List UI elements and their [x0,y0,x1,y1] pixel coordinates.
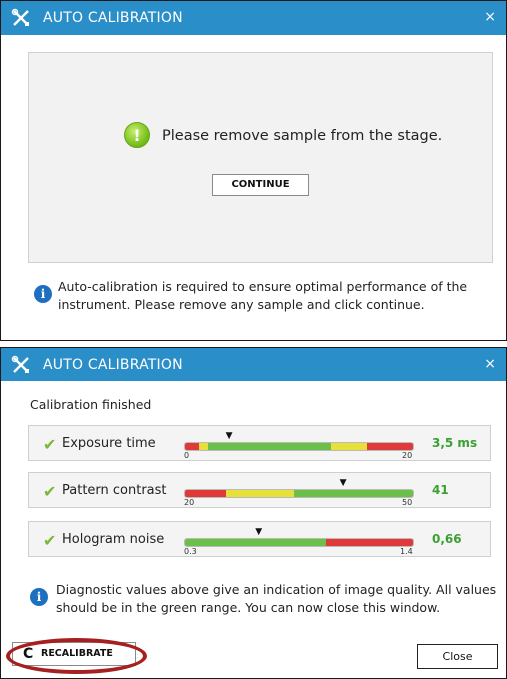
hologram-noise-label: Hologram noise [62,532,165,547]
pattern-contrast-label: Pattern contrast [62,483,167,498]
check-icon: ✔ [43,531,57,550]
auto-calibration-dialog-start: AUTO CALIBRATION × ! Please remove sampl… [0,0,507,341]
gauge-max: 1.4 [400,547,413,556]
close-icon[interactable]: × [484,356,496,372]
tools-icon [11,8,29,26]
hologram-noise-row: ✔ Hologram noise ▼ 0.3 1.4 0,66 [28,521,491,557]
check-icon: ✔ [43,482,57,501]
close-button[interactable]: Close [417,644,498,669]
dialog-title: AUTO CALIBRATION [43,357,183,373]
info-icon: i [34,285,52,303]
gauge-max: 20 [402,451,413,460]
dialog-title: AUTO CALIBRATION [43,10,183,26]
exposure-time-label: Exposure time [62,436,156,451]
gauge-max: 50 [402,498,413,507]
gauge-marker: ▼ [339,478,347,488]
info-icon: i [30,588,48,606]
message-panel: ! Please remove sample from the stage. C… [28,52,493,263]
gauge-marker: ▼ [225,431,233,441]
info-text: Diagnostic values above give an indicati… [56,582,497,615]
gauge-min: 20 [184,498,195,507]
pattern-contrast-value: 41 [432,483,449,497]
tools-icon [11,355,29,373]
message-text: Please remove sample from the stage. [162,128,443,144]
title-bar: AUTO CALIBRATION × [1,1,506,35]
highlight-ellipse [6,638,147,674]
gauge-min: 0.3 [184,547,197,556]
exclamation-icon: ! [124,122,150,148]
auto-calibration-dialog-finished: AUTO CALIBRATION × Calibration finished … [0,347,507,679]
hologram-noise-gauge [184,538,414,547]
exposure-time-value: 3,5 ms [432,436,478,450]
gauge-min: 0 [184,451,190,460]
check-icon: ✔ [43,435,57,454]
hologram-noise-value: 0,66 [432,532,462,546]
exclamation-glyph: ! [133,126,141,145]
close-icon[interactable]: × [484,9,496,25]
title-bar: AUTO CALIBRATION × [1,348,506,381]
gauge-marker: ▼ [255,527,263,537]
continue-button[interactable]: CONTINUE [212,174,309,196]
exposure-time-row: ✔ Exposure time ▼ 0 20 3,5 ms [28,425,491,461]
status-text: Calibration finished [30,397,152,412]
exposure-time-gauge [184,442,414,451]
pattern-contrast-gauge [184,489,414,498]
pattern-contrast-row: ✔ Pattern contrast ▼ 20 50 41 [28,472,491,508]
info-text: Auto-calibration is required to ensure o… [58,279,468,312]
